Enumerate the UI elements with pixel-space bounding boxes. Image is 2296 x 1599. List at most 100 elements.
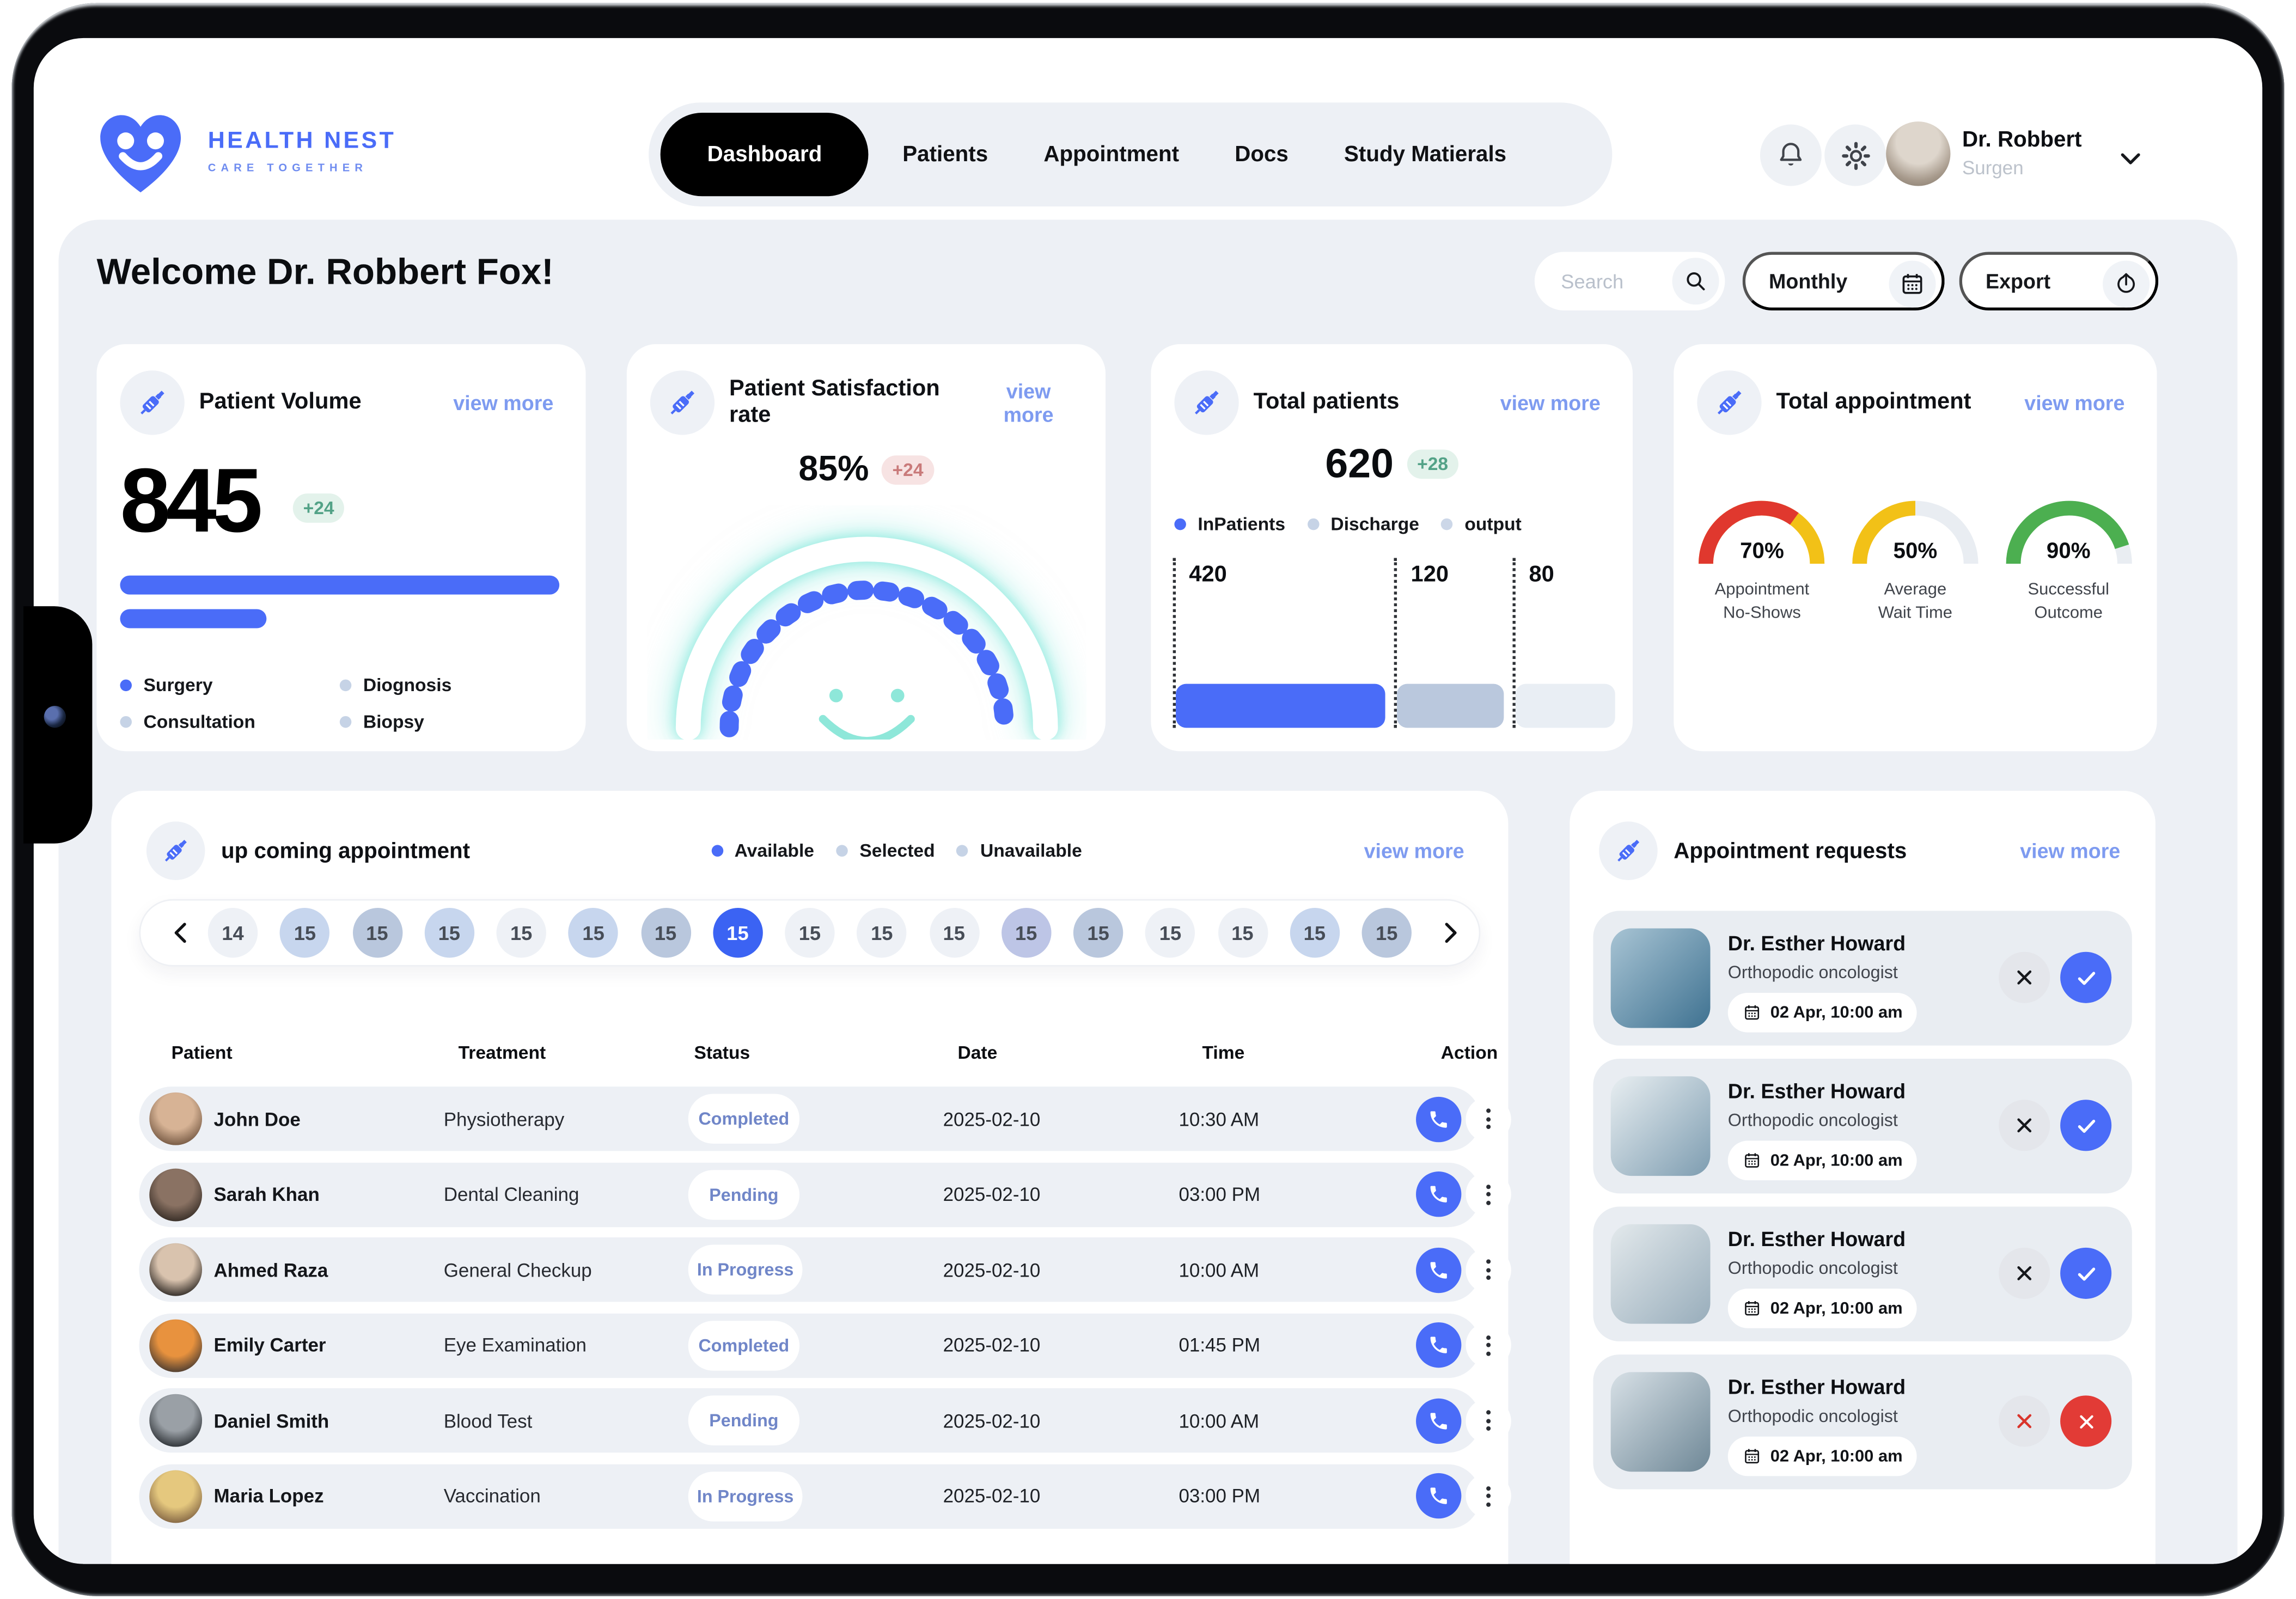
date-pill[interactable]: 15 [1145, 908, 1195, 957]
notifications-button[interactable] [1760, 125, 1822, 186]
total-patients-value: 620 [1325, 441, 1394, 487]
x-icon [2011, 1407, 2038, 1435]
row-menu-button[interactable] [1465, 1171, 1511, 1217]
status-badge: In Progress [688, 1244, 803, 1294]
call-button[interactable] [1416, 1096, 1461, 1142]
period-select[interactable]: Monthly [1743, 252, 1945, 310]
row-menu-button[interactable] [1465, 1473, 1511, 1518]
card-title: Patient Volume [199, 389, 362, 416]
patients-segment: 420 [1173, 558, 1386, 728]
nav-tab-study-matierals[interactable]: Study Matierals [1316, 142, 1534, 167]
date-pill[interactable]: 15 [929, 908, 979, 957]
nav-tab-appointment[interactable]: Appointment [1016, 142, 1207, 167]
date-pill[interactable]: 15 [1001, 908, 1051, 957]
date-pill[interactable]: 15 [785, 908, 834, 957]
status-badge: Pending [688, 1395, 799, 1445]
row-menu-button[interactable] [1465, 1247, 1511, 1292]
view-more-link[interactable]: view more [1355, 838, 1473, 864]
nav-tab-patients[interactable]: Patients [875, 142, 1016, 167]
date-pill[interactable]: 15 [857, 908, 907, 957]
decline-button[interactable] [1999, 1100, 2050, 1151]
export-button[interactable]: Export [1959, 252, 2159, 310]
phone-icon [1428, 1409, 1450, 1431]
patient-name: John Doe [214, 1108, 444, 1130]
date-pill[interactable]: 15 [1218, 908, 1267, 957]
column-header: Action [1441, 1042, 1498, 1063]
satisfaction-card: Patient Satisfaction rate view more 85% … [627, 344, 1106, 751]
total-patients-legend: InPatientsDischargeoutput [1174, 514, 1521, 535]
accept-button[interactable] [2060, 1100, 2111, 1151]
date-pill[interactable]: 15 [1290, 908, 1339, 957]
call-button[interactable] [1416, 1171, 1461, 1217]
nav-tabs: DashboardPatientsAppointmentDocsStudy Ma… [649, 102, 1612, 206]
decline-button[interactable] [1999, 1248, 2050, 1299]
accept-button[interactable] [2060, 952, 2111, 1003]
settings-button[interactable] [1824, 125, 1886, 186]
view-more-link[interactable]: view more [444, 389, 562, 416]
view-more-link[interactable]: view more [1492, 389, 1609, 416]
profile-menu-button[interactable] [2105, 141, 2138, 173]
row-menu-button[interactable] [1465, 1397, 1511, 1443]
date-pill[interactable]: 14 [208, 908, 258, 957]
date-pill[interactable]: 15 [280, 908, 329, 957]
kebab-icon [1486, 1108, 1491, 1129]
gauge-caption: AverageWait Time [1830, 578, 2000, 626]
search-icon[interactable] [1672, 258, 1719, 304]
page: HEALTH NEST CARE TOGETHER DashboardPatie… [0, 0, 2296, 1599]
date-pill[interactable]: 15 [1073, 908, 1123, 957]
table-row: Ahmed Raza General Checkup In Progress 2… [139, 1237, 1480, 1302]
call-button[interactable] [1416, 1397, 1461, 1443]
table-row: Daniel Smith Blood Test Pending 2025-02-… [139, 1388, 1480, 1452]
legend-item: Surgery [120, 675, 339, 696]
brand-name: HEALTH NEST [208, 129, 396, 155]
view-more-link[interactable]: view more [2011, 838, 2129, 864]
phone-icon [1428, 1259, 1450, 1280]
delta-badge: +28 [1407, 449, 1458, 479]
syringe-icon [1599, 821, 1658, 880]
call-button[interactable] [1416, 1247, 1461, 1292]
kebab-icon [1486, 1259, 1491, 1280]
requests-list: Dr. Esther Howard Orthopodic oncologist … [1593, 911, 2132, 1489]
dates-next-button[interactable] [1426, 915, 1462, 950]
date-pill[interactable]: 15 [1362, 908, 1412, 957]
patient-name: Ahmed Raza [214, 1259, 444, 1280]
legend-item: Biopsy [340, 712, 451, 733]
legend-item: Consultation [120, 712, 339, 733]
date-pill[interactable]: 15 [640, 908, 690, 957]
accept-button[interactable] [2060, 1395, 2111, 1447]
date-pill-selected[interactable]: 15 [713, 908, 762, 957]
calendar-icon [1743, 1151, 1762, 1170]
date-pill[interactable]: 15 [352, 908, 402, 957]
volume-bar-1 [120, 576, 559, 595]
decline-button[interactable] [1999, 1395, 2050, 1447]
nav-tab-dashboard[interactable]: Dashboard [661, 113, 869, 196]
date-pill[interactable]: 15 [569, 908, 618, 957]
view-more-link[interactable]: view more [2016, 389, 2133, 416]
export-label: Export [1986, 270, 2050, 293]
gauge-caption: AppointmentNo-Shows [1677, 578, 1847, 626]
row-menu-button[interactable] [1465, 1322, 1511, 1368]
kebab-icon [1486, 1335, 1491, 1356]
view-more-link[interactable]: view more [975, 378, 1082, 428]
check-icon [2073, 1112, 2099, 1138]
panel-title: up coming appointment [221, 838, 470, 863]
nav-tab-docs[interactable]: Docs [1207, 142, 1316, 167]
appointment-gauges: 70% AppointmentNo-Shows 50% AverageWait … [1686, 491, 2145, 667]
syringe-icon [120, 370, 184, 435]
date-pill[interactable]: 15 [424, 908, 474, 957]
status-badge: Completed [688, 1320, 799, 1370]
date-pill[interactable]: 15 [496, 908, 546, 957]
row-menu-button[interactable] [1465, 1096, 1511, 1142]
search-input[interactable] [1558, 268, 1681, 294]
legend-item: Discharge [1307, 514, 1419, 535]
call-button[interactable] [1416, 1322, 1461, 1368]
call-button[interactable] [1416, 1473, 1461, 1518]
decline-button[interactable] [1999, 952, 2050, 1003]
chevron-left-icon [167, 918, 197, 948]
camera-housing [23, 606, 92, 844]
accept-button[interactable] [2060, 1248, 2111, 1299]
legend-item: Diognosis [340, 675, 451, 696]
dates-prev-button[interactable] [158, 915, 193, 950]
doctor-photo [1611, 1076, 1711, 1176]
user-avatar[interactable] [1886, 121, 1950, 186]
